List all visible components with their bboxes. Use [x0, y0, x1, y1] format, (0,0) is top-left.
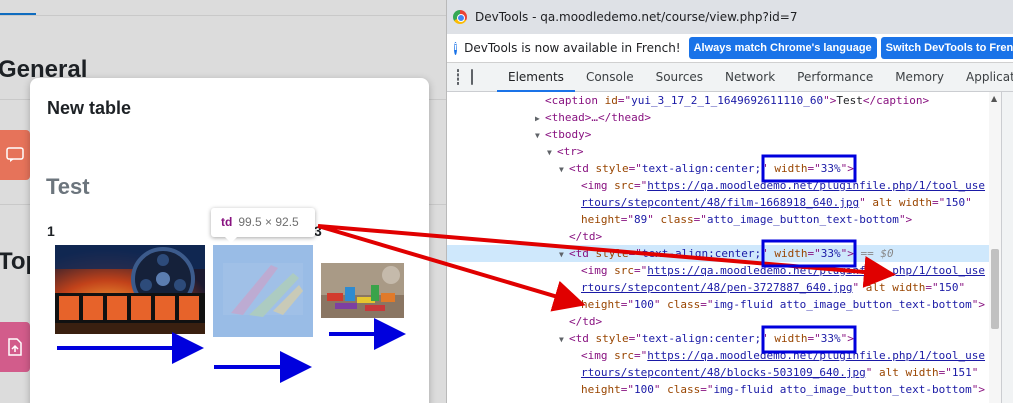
- img-src[interactable]: https://qa.moodledemo.net/pluginfile.php…: [647, 264, 985, 277]
- img-class: img-fluid atto_image_button_text-bottom: [713, 298, 972, 311]
- dom-line-tr[interactable]: ▼ <tr>: [447, 143, 989, 160]
- file-icon[interactable]: [0, 322, 30, 372]
- dom-line-img-3[interactable]: <img src="https://qa.moodledemo.net/plug…: [447, 347, 989, 364]
- tooltip-tag: td: [221, 215, 233, 229]
- dom-line-img-1[interactable]: <img src="https://qa.moodledemo.net/plug…: [447, 177, 989, 194]
- img-src[interactable]: https://qa.moodledemo.net/pluginfile.php…: [647, 179, 985, 192]
- table-caption: Test: [46, 174, 90, 199]
- caption-text: Test: [836, 94, 863, 107]
- modal-title: New table: [47, 98, 132, 118]
- styles-pane-edge: [1001, 92, 1013, 403]
- dom-line-img-3-cont[interactable]: rtours/stepcontent/48/blocks-503109_640.…: [447, 364, 989, 381]
- img-width: 151: [951, 366, 972, 379]
- tab-performance[interactable]: Performance: [786, 63, 884, 92]
- thead-text: <thead>…</thead>: [545, 111, 651, 124]
- info-icon: i: [454, 41, 458, 55]
- collapse-icon[interactable]: ▼: [547, 144, 557, 161]
- img-height: 100: [634, 383, 654, 396]
- dom-line-img-2[interactable]: <img src="https://qa.moodledemo.net/plug…: [447, 262, 989, 279]
- inspect-element-icon[interactable]: [457, 69, 459, 85]
- dom-line-img-2-cont[interactable]: rtours/stepcontent/48/pen-3727887_640.jp…: [447, 279, 989, 296]
- devtools-window: DevTools - qa.moodledemo.net/course/view…: [446, 0, 1013, 403]
- img-width: 150: [938, 281, 959, 294]
- devtools-tabbar: Elements Console Sources Network Perform…: [447, 63, 1013, 92]
- dom-line-td-3[interactable]: ▼ <td style="text-align:center;" width="3…: [447, 330, 989, 347]
- scroll-up-icon[interactable]: ▲: [991, 94, 997, 103]
- column-number-1: 1: [47, 223, 55, 239]
- collapse-icon[interactable]: ▼: [535, 127, 545, 144]
- dom-line-img-1-attrs[interactable]: height="89" class="atto_image_button_tex…: [447, 211, 989, 228]
- tab-memory[interactable]: Memory: [884, 63, 955, 92]
- collapse-icon[interactable]: ▼: [559, 331, 569, 348]
- td-style: text-align:center;: [641, 247, 762, 260]
- img-src[interactable]: rtours/stepcontent/48/film-1668918_640.j…: [581, 196, 859, 209]
- td-width: 33%: [820, 332, 841, 345]
- pen-image[interactable]: [213, 245, 313, 337]
- expand-icon[interactable]: ▶: [535, 110, 545, 127]
- img-src[interactable]: rtours/stepcontent/48/blocks-503109_640.…: [581, 366, 866, 379]
- selected-marker: == $0: [860, 247, 894, 260]
- scroll-thumb[interactable]: [991, 249, 999, 329]
- language-infobar: i DevTools is now available in French! A…: [447, 34, 1013, 63]
- dom-line-tbody[interactable]: ▼ <tbody>: [447, 126, 989, 143]
- img-width: 150: [945, 196, 966, 209]
- td-width: 33%: [820, 162, 841, 175]
- collapse-icon[interactable]: ▼: [559, 246, 569, 263]
- chrome-logo-icon: [453, 10, 467, 24]
- td-style: text-align:center;: [641, 162, 762, 175]
- tooltip-size: 99.5 × 92.5: [238, 215, 299, 229]
- forum-icon[interactable]: [0, 130, 30, 180]
- tab-sources[interactable]: Sources: [645, 63, 714, 92]
- dom-line-img-1-cont[interactable]: rtours/stepcontent/48/film-1668918_640.j…: [447, 194, 989, 211]
- img-height: 89: [634, 213, 648, 226]
- divider: [0, 15, 446, 16]
- dom-line-img-3-attrs[interactable]: height="100" class="img-fluid atto_image…: [447, 381, 989, 398]
- tab-application[interactable]: Application: [955, 63, 1013, 92]
- img-height: 100: [634, 298, 654, 311]
- film-image[interactable]: [55, 245, 205, 334]
- dom-line-td-2-selected[interactable]: ▼ <td style="text-align:center;" width="3…: [447, 245, 989, 262]
- tab-elements[interactable]: Elements: [497, 63, 575, 92]
- match-language-button[interactable]: Always match Chrome's language: [688, 37, 877, 59]
- img-class: atto_image_button_text-bottom: [706, 213, 899, 226]
- window-title: DevTools - qa.moodledemo.net/course/view…: [475, 10, 798, 24]
- dom-line-caption[interactable]: <caption id="yui_3_17_2_1_1649692611110_…: [447, 92, 989, 109]
- img-class: img-fluid atto_image_button_text-bottom: [713, 383, 972, 396]
- switch-french-button[interactable]: Switch DevTools to French: [880, 37, 1013, 59]
- dom-tree[interactable]: <caption id="yui_3_17_2_1_1649692611110_…: [447, 92, 989, 403]
- inspect-tooltip: td 99.5 × 92.5: [211, 208, 315, 243]
- dom-scrollbar[interactable]: ▲: [989, 92, 1001, 403]
- collapse-icon[interactable]: ▼: [559, 161, 569, 178]
- tab-console[interactable]: Console: [575, 63, 645, 92]
- blocks-image[interactable]: [321, 263, 404, 318]
- devtools-titlebar: DevTools - qa.moodledemo.net/course/view…: [447, 0, 1013, 34]
- column-number-3: 3: [314, 223, 322, 239]
- dom-line-td-close[interactable]: </td>: [447, 228, 989, 245]
- info-text: DevTools is now available in French!: [464, 41, 681, 55]
- screenshot-root: General Top New table Test 1 2 3: [0, 0, 1013, 403]
- device-toolbar-icon[interactable]: [471, 69, 473, 85]
- tab-network[interactable]: Network: [714, 63, 786, 92]
- dom-line-thead[interactable]: ▶ <thead>…</thead>: [447, 109, 989, 126]
- img-src[interactable]: https://qa.moodledemo.net/pluginfile.php…: [647, 349, 985, 362]
- dom-line-td-1[interactable]: ▼ <td style="text-align:center;" width="3…: [447, 160, 989, 177]
- dom-line-img-2-attrs[interactable]: height="100" class="img-fluid atto_image…: [447, 296, 989, 313]
- dom-line-td-close[interactable]: </td>: [447, 313, 989, 330]
- caption-id: yui_3_17_2_1_1649692611110_60: [631, 94, 824, 107]
- moodle-page: General Top New table Test 1 2 3: [0, 0, 446, 403]
- td-style: text-align:center;: [641, 332, 762, 345]
- td-width: 33%: [820, 247, 841, 260]
- img-src[interactable]: rtours/stepcontent/48/pen-3727887_640.jp…: [581, 281, 853, 294]
